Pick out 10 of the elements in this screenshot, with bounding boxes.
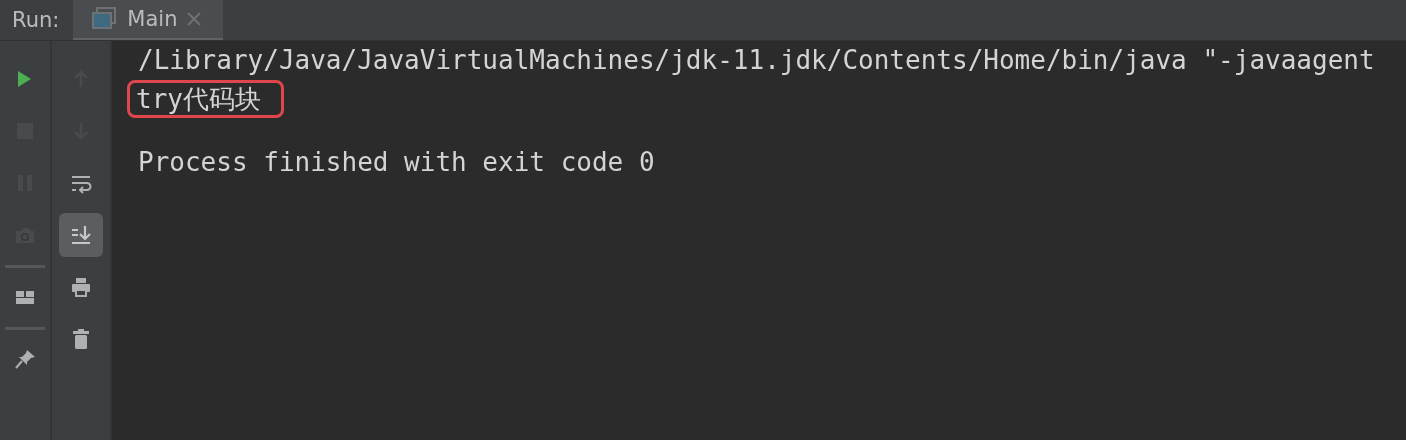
run-label: Run: [11, 7, 61, 34]
scroll-to-end-button[interactable] [59, 213, 103, 257]
scroll-to-end-icon [70, 224, 92, 246]
console-output-line: /Library/Java/JavaVirtualMachines/jdk-11.jdk/Contents/Home/bin/java "-javaagent [137, 45, 1376, 75]
window-icon [91, 7, 118, 31]
printer-icon [70, 276, 92, 298]
pin-icon [14, 348, 36, 370]
run-tab[interactable]: Main [73, 0, 224, 40]
trash-icon [70, 328, 92, 350]
console-output-line: Process finished with exit code 0 [137, 147, 656, 177]
